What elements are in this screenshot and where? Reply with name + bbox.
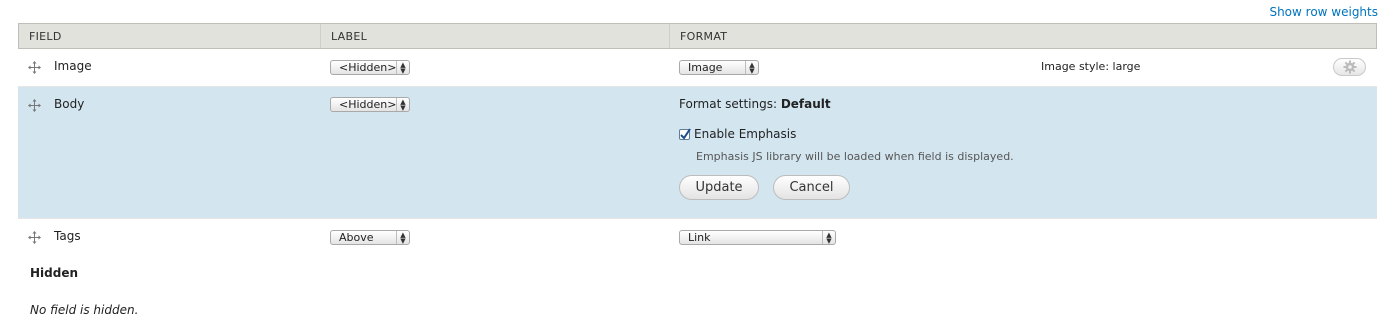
- drag-handle-icon[interactable]: [28, 99, 41, 112]
- enable-emphasis-label: Enable Emphasis: [694, 127, 797, 141]
- format-summary: Image style: large: [1041, 60, 1141, 73]
- field-display-table: FIELD LABEL FORMAT Image <Hidden> ▲ ▼ Ima…: [18, 23, 1377, 256]
- label-select-value: Above: [339, 231, 374, 244]
- format-select-value: Link: [688, 231, 711, 244]
- column-header-field: FIELD: [19, 24, 321, 48]
- hidden-section-title: Hidden: [30, 266, 79, 280]
- drag-handle-icon[interactable]: [28, 231, 41, 244]
- table-row-tags: Tags Above ▲ ▼ Link ▲ ▼: [18, 219, 1377, 256]
- select-arrows-icon: ▲ ▼: [396, 98, 409, 112]
- label-select[interactable]: <Hidden> ▲ ▼: [330, 60, 410, 75]
- format-settings-button[interactable]: [1333, 58, 1366, 76]
- field-name: Body: [54, 97, 85, 111]
- show-row-weights-link[interactable]: Show row weights: [1269, 5, 1378, 19]
- select-arrows-icon: ▲ ▼: [396, 61, 409, 75]
- checkmark-icon: [680, 127, 691, 140]
- hidden-section-empty-text: No field is hidden.: [30, 303, 139, 317]
- table-row-body: Body <Hidden> ▲ ▼ Format settings: Defaul…: [18, 87, 1377, 219]
- select-arrows-icon: ▲ ▼: [396, 231, 409, 245]
- label-select-value: <Hidden>: [339, 61, 397, 74]
- cancel-button[interactable]: Cancel: [773, 175, 850, 200]
- field-name: Tags: [54, 229, 81, 243]
- enable-emphasis-option[interactable]: Enable Emphasis: [679, 127, 796, 141]
- format-settings-value: Default: [780, 97, 831, 111]
- table-row-image: Image <Hidden> ▲ ▼ Image ▲ ▼ Image style: …: [18, 49, 1377, 87]
- select-arrows-icon: ▲ ▼: [745, 61, 758, 75]
- label-select[interactable]: <Hidden> ▲ ▼: [330, 97, 410, 112]
- field-name: Image: [54, 59, 92, 73]
- format-select[interactable]: Image ▲ ▼: [679, 60, 759, 75]
- format-select-value: Image: [688, 61, 723, 74]
- format-settings-title: Format settings: Default: [679, 97, 831, 111]
- column-header-label: LABEL: [321, 24, 670, 48]
- select-arrows-icon: ▲ ▼: [822, 231, 835, 245]
- enable-emphasis-checkbox[interactable]: [679, 127, 691, 140]
- gear-icon: [1343, 60, 1357, 74]
- update-button[interactable]: Update: [679, 175, 759, 200]
- format-select[interactable]: Link ▲ ▼: [679, 230, 836, 245]
- label-select[interactable]: Above ▲ ▼: [330, 230, 410, 245]
- label-select-value: <Hidden>: [339, 98, 397, 111]
- drag-handle-icon[interactable]: [28, 61, 41, 74]
- column-header-format: FORMAT: [680, 30, 728, 43]
- checkbox-description: Emphasis JS library will be loaded when …: [696, 150, 1014, 163]
- table-header: FIELD LABEL FORMAT: [18, 23, 1377, 49]
- format-settings-prefix: Format settings:: [679, 97, 777, 111]
